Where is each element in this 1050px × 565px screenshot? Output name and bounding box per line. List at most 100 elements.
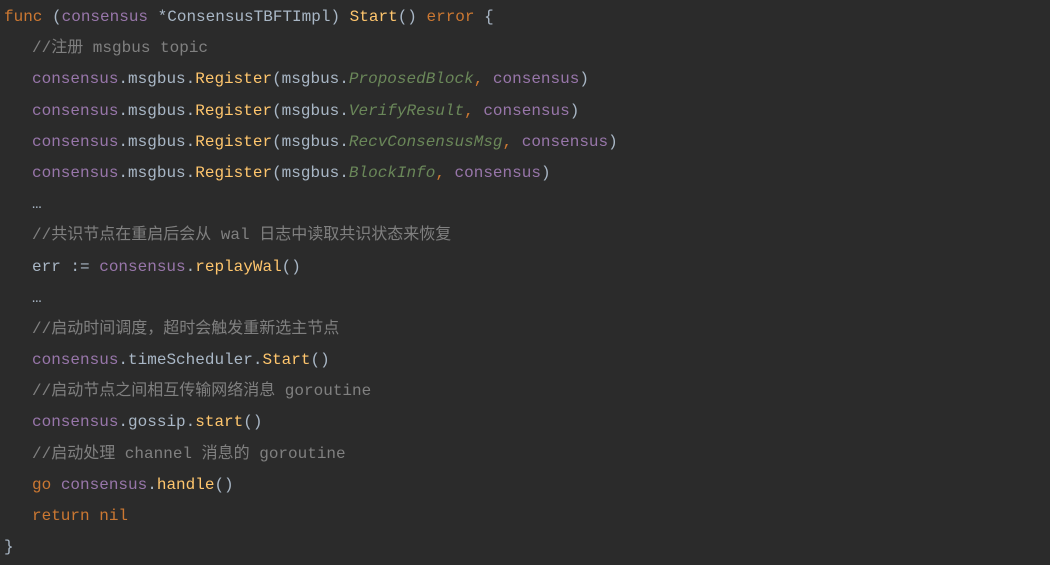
empty-parens: () — [282, 258, 301, 276]
handle-method: handle — [157, 476, 215, 494]
code-line-13: //启动节点之间相互传输网络消息 goroutine — [4, 376, 1046, 407]
empty-parens: () — [214, 476, 233, 494]
comma: , — [503, 133, 522, 151]
consensus-ref: consensus — [32, 413, 118, 431]
dot: . — [186, 102, 196, 120]
open-paren: ( — [272, 133, 282, 151]
code-line-16: go consensus.handle() — [4, 470, 1046, 501]
code-line-15: //启动处理 channel 消息的 goroutine — [4, 439, 1046, 470]
consensus-arg: consensus — [493, 70, 579, 88]
dot: . — [118, 351, 128, 369]
comma: , — [464, 102, 483, 120]
dot: . — [186, 258, 196, 276]
consensus-arg: consensus — [455, 164, 541, 182]
dot: . — [186, 413, 196, 431]
verify-result-type: VerifyResult — [349, 102, 464, 120]
code-line-6: consensus.msgbus.Register(msgbus.BlockIn… — [4, 158, 1046, 189]
code-line-3: consensus.msgbus.Register(msgbus.Propose… — [4, 64, 1046, 95]
msgbus-pkg: msgbus — [282, 133, 340, 151]
msgbus-pkg: msgbus — [282, 164, 340, 182]
consensus-ref: consensus — [32, 351, 118, 369]
open-paren: ( — [272, 70, 282, 88]
code-line-11: //启动时间调度，超时会触发重新选主节点 — [4, 314, 1046, 345]
ellipsis: … — [32, 195, 42, 213]
consensus-ref: consensus — [32, 70, 118, 88]
space — [417, 8, 427, 26]
dot: . — [118, 413, 128, 431]
msgbus-field: msgbus — [128, 102, 186, 120]
block-info-type: BlockInfo — [349, 164, 435, 182]
register-method: Register — [195, 133, 272, 151]
msgbus-pkg: msgbus — [282, 102, 340, 120]
error-type: error — [427, 8, 475, 26]
comma: , — [435, 164, 454, 182]
open-paren: ( — [272, 102, 282, 120]
code-line-8: //共识节点在重启后会从 wal 日志中读取共识状态来恢复 — [4, 220, 1046, 251]
comma: , — [474, 70, 493, 88]
consensus-ref: consensus — [32, 164, 118, 182]
dot: . — [339, 102, 349, 120]
code-line-18: } — [4, 532, 1046, 563]
start-method: Start — [262, 351, 310, 369]
recv-consensus-msg-type: RecvConsensusMsg — [349, 133, 503, 151]
empty-parens: () — [310, 351, 329, 369]
space — [51, 476, 61, 494]
dot: . — [118, 70, 128, 88]
nil-keyword: nil — [90, 507, 128, 525]
dot: . — [147, 476, 157, 494]
type-name: ConsensusTBFTImpl — [167, 8, 330, 26]
consensus-ref: consensus — [32, 102, 118, 120]
consensus-ref: consensus — [61, 476, 147, 494]
register-method: Register — [195, 164, 272, 182]
open-paren: ( — [272, 164, 282, 182]
consensus-arg: consensus — [483, 102, 569, 120]
err-variable: err — [32, 258, 70, 276]
proposed-block-type: ProposedBlock — [349, 70, 474, 88]
dot: . — [186, 164, 196, 182]
code-line-14: consensus.gossip.start() — [4, 407, 1046, 438]
register-method: Register — [195, 102, 272, 120]
consensus-ref: consensus — [32, 133, 118, 151]
comment-text: //启动节点之间相互传输网络消息 goroutine — [32, 382, 371, 400]
dot: . — [118, 133, 128, 151]
msgbus-pkg: msgbus — [282, 70, 340, 88]
close-paren: ) — [579, 70, 589, 88]
dot: . — [118, 164, 128, 182]
open-paren: ( — [42, 8, 61, 26]
code-line-5: consensus.msgbus.Register(msgbus.RecvCon… — [4, 127, 1046, 158]
empty-parens: () — [398, 8, 417, 26]
replaywal-method: replayWal — [195, 258, 281, 276]
dot: . — [339, 70, 349, 88]
close-paren: ) — [541, 164, 551, 182]
code-line-7: … — [4, 189, 1046, 220]
dot: . — [186, 133, 196, 151]
comment-text: //启动处理 channel 消息的 goroutine — [32, 445, 346, 463]
return-keyword: return — [32, 507, 90, 525]
space — [90, 258, 100, 276]
close-paren: ) — [570, 102, 580, 120]
comment-text: //共识节点在重启后会从 wal 日志中读取共识状态来恢复 — [32, 226, 451, 244]
close-paren: ) — [330, 8, 349, 26]
ellipsis: … — [32, 289, 42, 307]
register-method: Register — [195, 70, 272, 88]
dot: . — [339, 133, 349, 151]
empty-parens: () — [243, 413, 262, 431]
go-keyword: go — [32, 476, 51, 494]
comment-text: //启动时间调度，超时会触发重新选主节点 — [32, 320, 339, 338]
timescheduler-field: timeScheduler — [128, 351, 253, 369]
dot: . — [118, 102, 128, 120]
assign-operator: := — [70, 258, 89, 276]
code-line-2: //注册 msgbus topic — [4, 33, 1046, 64]
code-line-9: err := consensus.replayWal() — [4, 252, 1046, 283]
start-method-name: Start — [350, 8, 398, 26]
consensus-arg: consensus — [522, 133, 608, 151]
code-line-10: … — [4, 283, 1046, 314]
comment-text: //注册 msgbus topic — [32, 39, 208, 57]
msgbus-field: msgbus — [128, 70, 186, 88]
msgbus-field: msgbus — [128, 164, 186, 182]
close-brace: } — [4, 538, 14, 556]
open-brace: { — [475, 8, 494, 26]
consensus-ref: consensus — [99, 258, 185, 276]
code-line-17: return nil — [4, 501, 1046, 532]
code-line-12: consensus.timeScheduler.Start() — [4, 345, 1046, 376]
